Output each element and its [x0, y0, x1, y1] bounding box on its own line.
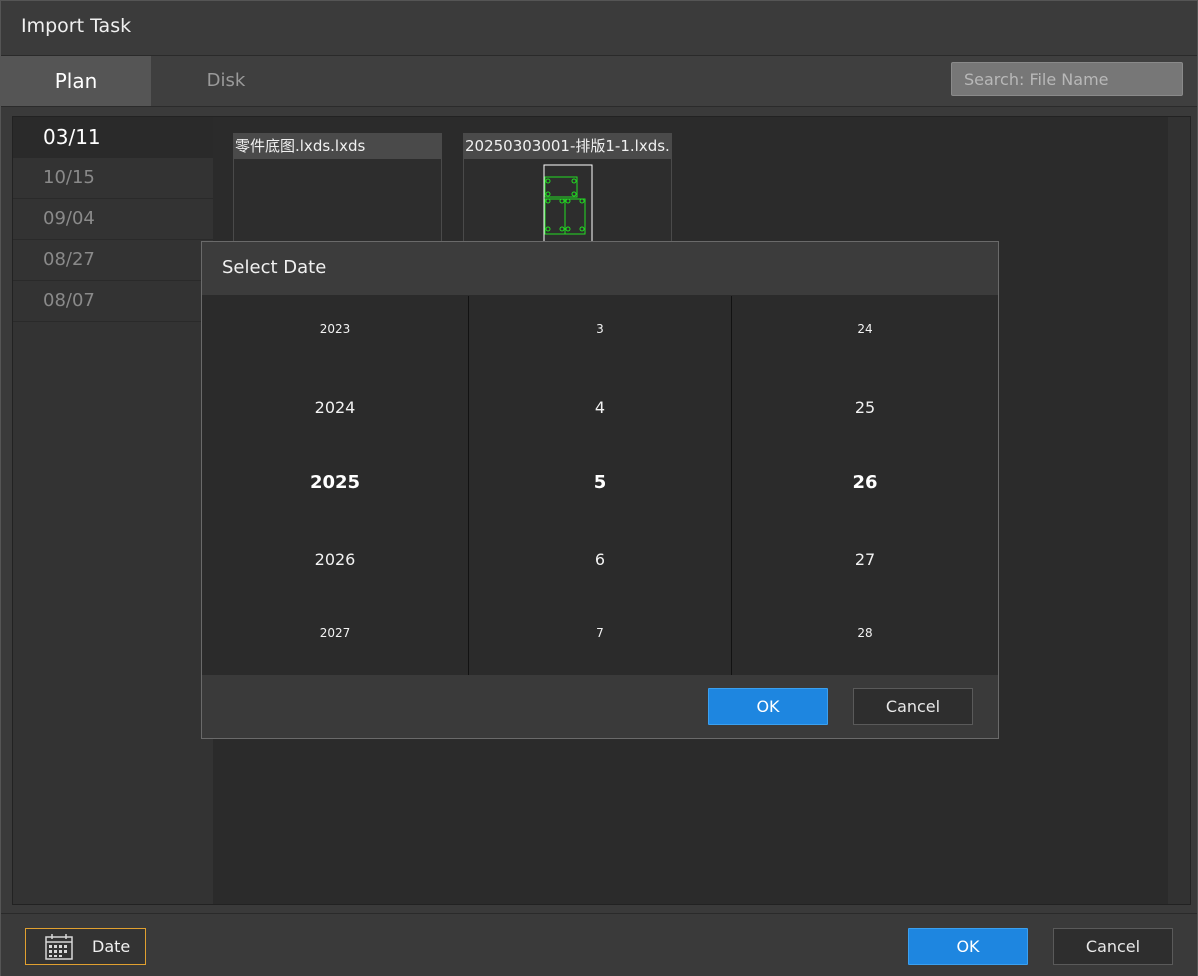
tab-plan[interactable]: Plan [1, 56, 151, 106]
file-card[interactable]: 零件底图.lxds.lxds [233, 133, 442, 258]
day-option[interactable]: 24 [732, 322, 998, 336]
day-option[interactable]: 27 [732, 550, 998, 569]
window-title: Import Task [21, 15, 132, 37]
bottom-bar: Date OK Cancel [1, 913, 1197, 976]
month-option[interactable]: 4 [469, 398, 731, 417]
cancel-button[interactable]: Cancel [1053, 928, 1173, 965]
day-picker[interactable]: 24 25 26 27 28 [732, 296, 998, 675]
month-option-selected[interactable]: 5 [469, 472, 731, 493]
dialog-footer: OK Cancel [202, 675, 998, 738]
month-option[interactable]: 3 [469, 322, 731, 336]
ok-button[interactable]: OK [908, 928, 1028, 965]
date-button-label: Date [92, 937, 131, 956]
date-list-item[interactable]: 10/15 [13, 158, 213, 199]
year-option[interactable]: 2027 [202, 626, 468, 640]
year-option[interactable]: 2026 [202, 550, 468, 569]
date-filter-button[interactable]: Date [25, 928, 146, 965]
search-input[interactable] [951, 62, 1183, 96]
import-task-window: Import Task Plan Disk 03/11 10/15 09/04 … [0, 0, 1198, 976]
year-picker[interactable]: 2023 2024 2025 2026 2027 [202, 296, 468, 675]
date-list-item[interactable]: 03/11 [13, 117, 213, 158]
day-option[interactable]: 25 [732, 398, 998, 417]
select-date-dialog: Select Date 2023 2024 2025 2026 2027 3 4… [201, 241, 999, 739]
date-list-item[interactable]: 08/07 [13, 281, 213, 322]
year-option[interactable]: 2023 [202, 322, 468, 336]
file-card[interactable]: 20250303001-排版1-1.lxds.lx [463, 133, 672, 258]
date-list-item[interactable]: 08/27 [13, 240, 213, 281]
dialog-title: Select Date [222, 257, 327, 278]
file-name: 20250303001-排版1-1.lxds.lx [464, 134, 671, 159]
month-option[interactable]: 7 [469, 626, 731, 640]
year-option[interactable]: 2024 [202, 398, 468, 417]
dialog-cancel-button[interactable]: Cancel [853, 688, 973, 725]
calendar-icon [45, 934, 73, 960]
tab-disk[interactable]: Disk [151, 56, 301, 106]
tab-bar: Plan Disk [1, 56, 1197, 107]
day-option-selected[interactable]: 26 [732, 472, 998, 493]
title-bar: Import Task [1, 1, 1197, 56]
date-list: 03/11 10/15 09/04 08/27 08/07 [13, 117, 213, 904]
year-option-selected[interactable]: 2025 [202, 472, 468, 493]
date-list-item[interactable]: 09/04 [13, 199, 213, 240]
dialog-header: Select Date [202, 242, 998, 295]
month-option[interactable]: 6 [469, 550, 731, 569]
vertical-scrollbar[interactable] [1168, 117, 1190, 904]
day-option[interactable]: 28 [732, 626, 998, 640]
month-picker[interactable]: 3 4 5 6 7 [469, 296, 731, 675]
file-name: 零件底图.lxds.lxds [234, 134, 441, 159]
dialog-ok-button[interactable]: OK [708, 688, 828, 725]
